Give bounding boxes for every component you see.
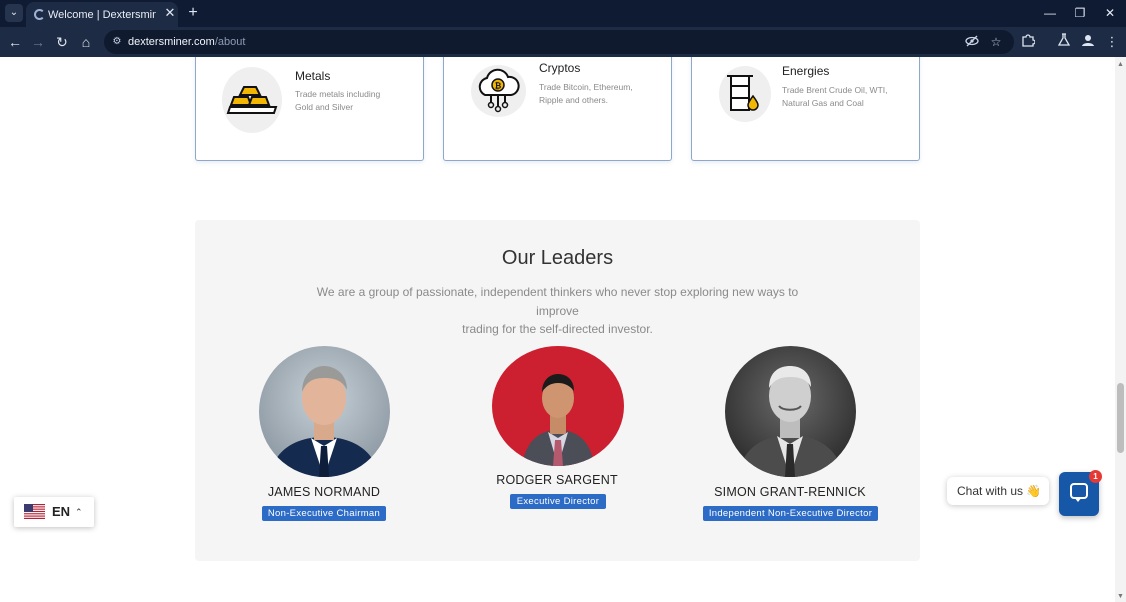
bookmark-star-icon[interactable]: ☆ [988,34,1004,50]
card-description: Trade Bitcoin, Ethereum, Ripple and othe… [539,81,633,107]
leader-name: JAMES NORMAND [267,485,381,499]
leader-name: RODGER SARGENT [496,473,618,487]
active-tab[interactable]: Welcome | Dextersminers - Your ✕ [26,2,178,27]
eye-off-icon[interactable] [964,34,980,50]
bitcoin-cloud-icon: ₿ [471,65,526,117]
subtitle-line: trading for the self-directed investor. [462,322,653,336]
minimize-icon[interactable]: — [1042,5,1058,21]
svg-text:₿: ₿ [495,82,502,91]
card-title: Cryptos [539,61,581,75]
restore-icon[interactable]: ❐ [1072,5,1088,21]
leader-role-badge: Non-Executive Chairman [262,506,386,521]
section-subtitle: We are a group of passionate, independen… [305,283,810,339]
chat-prompt-bubble[interactable]: Chat with us 👋 [947,477,1049,505]
market-card-cryptos[interactable]: ₿ Cryptos Trade Bitcoin, Ethereum, Rippl… [443,57,672,161]
market-card-metals[interactable]: Metals Trade metals including Gold and S… [195,57,424,161]
subtitle-line: We are a group of passionate, independen… [316,285,799,318]
leader-portrait-photo [725,346,856,477]
leader-portrait-photo [259,346,390,477]
page-viewport: Metals Trade metals including Gold and S… [0,57,1115,602]
card-desc-line: Trade Brent Crude Oil, WTI, [782,85,888,95]
card-description: Trade metals including Gold and Silver [295,88,380,114]
oil-barrel-icon [719,66,771,122]
site-favicon-icon [34,9,45,20]
forward-arrow-icon[interactable]: → [29,33,47,51]
site-info-icon[interactable]: ⚙ [110,35,124,49]
chevron-up-icon: ⌃ [75,507,83,517]
browser-toolbar: ← → ↻ ⌂ ⚙ dextersminer.com/about ☆ ⋮ [0,27,1126,57]
card-title: Metals [295,69,331,83]
chat-prompt-text: Chat with us 👋 [957,484,1041,498]
section-title: Our Leaders [501,247,614,269]
card-desc-line: Trade Bitcoin, Ethereum, [539,82,633,92]
browser-menu-icon[interactable]: ⋮ [1103,33,1121,51]
market-card-energies[interactable]: Energies Trade Brent Crude Oil, WTI, Nat… [691,57,920,161]
language-code: EN [52,504,71,519]
url-text[interactable]: dextersminer.com/about [128,35,245,49]
page-scrollbar[interactable]: ▲ ▼ [1115,57,1126,602]
address-bar[interactable]: ⚙ dextersminer.com/about ☆ [104,30,1014,54]
tab-strip: ⌄ Welcome | Dextersminers - Your ✕ + — ❐… [0,0,1126,27]
gold-bars-icon [222,67,282,133]
chat-unread-badge: 1 [1089,470,1102,483]
profile-avatar-icon[interactable] [1079,33,1097,51]
scrollbar-thumb[interactable] [1117,383,1124,453]
reload-icon[interactable]: ↻ [53,33,71,51]
card-desc-line: Gold and Silver [295,102,354,112]
waving-hand-icon: 👋 [1026,484,1042,498]
tab-close-icon[interactable]: ✕ [163,6,177,20]
extensions-puzzle-icon[interactable] [1019,33,1037,51]
leader-role-badge: Independent Non-Executive Director [703,506,878,521]
chat-speech-icon [1070,483,1088,502]
language-selector[interactable]: EN ⌃ [14,497,94,527]
labs-flask-icon[interactable] [1055,33,1073,51]
home-icon[interactable]: ⌂ [77,33,95,51]
us-flag-icon [24,504,45,519]
scroll-down-arrow-icon[interactable]: ▼ [1115,591,1126,602]
card-desc-line: Trade metals including [295,89,381,99]
scroll-up-arrow-icon[interactable]: ▲ [1115,59,1126,70]
new-tab-button[interactable]: + [185,4,201,22]
leader-role-badge: Executive Director [510,494,606,509]
leaders-section: Our Leaders We are a group of passionate… [195,220,920,561]
tab-search-chevron-down-icon[interactable]: ⌄ [5,4,23,22]
url-path: /about [214,36,246,48]
card-description: Trade Brent Crude Oil, WTI, Natural Gas … [782,84,888,110]
url-host: dextersminer.com [128,36,215,48]
back-arrow-icon[interactable]: ← [6,33,24,51]
tab-title: Welcome | Dextersminers - Your [48,9,156,21]
leader-name: SIMON GRANT-RENNICK [714,485,866,499]
card-title: Energies [782,64,830,78]
card-desc-line: Ripple and others. [539,95,608,105]
leader-portrait-photo [492,346,624,466]
card-desc-line: Natural Gas and Coal [782,98,864,108]
window-close-icon[interactable]: ✕ [1102,5,1118,21]
chat-prompt-label: Chat with us [957,484,1024,498]
